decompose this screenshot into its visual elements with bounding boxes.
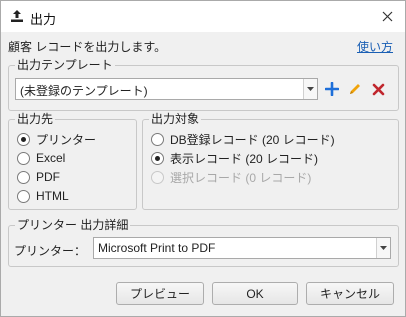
radio-button — [151, 170, 164, 184]
edit-template-button[interactable] — [345, 78, 365, 100]
dropdown-arrow-icon — [376, 238, 390, 258]
target-option-db-records[interactable]: DB登録レコード (20 レコード) — [151, 131, 335, 147]
radio-label: PDF — [36, 170, 60, 184]
edit-pencil-icon — [350, 84, 360, 94]
export-icon — [10, 9, 24, 23]
target-option-selected-records: 選択レコード (0 レコード) — [151, 169, 311, 185]
target-option-displayed-records[interactable]: 表示レコード (20 レコード) — [151, 150, 318, 166]
template-group: 出力テンプレート (未登録のテンプレート) — [8, 58, 399, 111]
template-legend: 出力テンプレート — [15, 58, 115, 72]
target-group: 出力対象 DB登録レコード (20 レコード) 表示レコード (20 レコード)… — [142, 112, 399, 210]
add-icon — [325, 82, 339, 96]
template-select-value: (未登録のテンプレート) — [20, 84, 148, 98]
delete-template-button[interactable] — [368, 78, 388, 100]
radio-button[interactable] — [151, 132, 164, 146]
printer-select[interactable]: Microsoft Print to PDF — [93, 237, 391, 259]
radio-label: HTML — [36, 189, 69, 203]
output-detail-legend: プリンター 出力詳細 — [15, 218, 131, 232]
dropdown-arrow-icon — [303, 79, 317, 99]
radio-button[interactable] — [17, 151, 30, 165]
window-title: 出力 — [30, 12, 57, 27]
delete-icon — [372, 83, 384, 95]
printer-label: プリンター： — [14, 244, 87, 258]
add-template-button[interactable] — [322, 78, 342, 100]
destination-legend: 出力先 — [15, 112, 56, 126]
title-bar: 出力 — [1, 1, 405, 32]
output-detail-group: プリンター 出力詳細 プリンター： Microsoft Print to PDF — [8, 218, 399, 267]
radio-label: Excel — [36, 151, 66, 165]
radio-label: プリンター — [36, 132, 97, 147]
destination-option-printer[interactable]: プリンター — [17, 131, 96, 147]
help-link[interactable]: 使い方 — [357, 38, 393, 55]
radio-button[interactable] — [151, 151, 164, 165]
radio-button[interactable] — [17, 189, 30, 203]
radio-label: DB登録レコード (20 レコード) — [170, 132, 335, 147]
destination-option-excel[interactable]: Excel — [17, 150, 65, 166]
cancel-button[interactable]: キャンセル — [306, 282, 394, 305]
radio-label: 選択レコード (0 レコード) — [170, 170, 312, 185]
radio-label: 表示レコード (20 レコード) — [170, 151, 319, 166]
description-text: 顧客 レコードを出力します。 — [8, 40, 167, 54]
preview-button[interactable]: プレビュー — [116, 282, 204, 305]
template-select[interactable]: (未登録のテンプレート) — [15, 78, 318, 100]
printer-select-value: Microsoft Print to PDF — [98, 241, 216, 255]
destination-group: 出力先 プリンター Excel PDF HTML — [8, 112, 137, 210]
close-button[interactable] — [375, 5, 399, 27]
destination-option-html[interactable]: HTML — [17, 188, 69, 204]
destination-option-pdf[interactable]: PDF — [17, 169, 60, 185]
close-icon — [382, 11, 392, 21]
export-dialog: 出力 顧客 レコードを出力します。 使い方 出力テンプレート (未登録のテンプレ… — [0, 0, 406, 317]
target-legend: 出力対象 — [149, 112, 202, 126]
radio-button[interactable] — [17, 132, 30, 146]
ok-button[interactable]: OK — [212, 282, 298, 305]
radio-button[interactable] — [17, 170, 30, 184]
